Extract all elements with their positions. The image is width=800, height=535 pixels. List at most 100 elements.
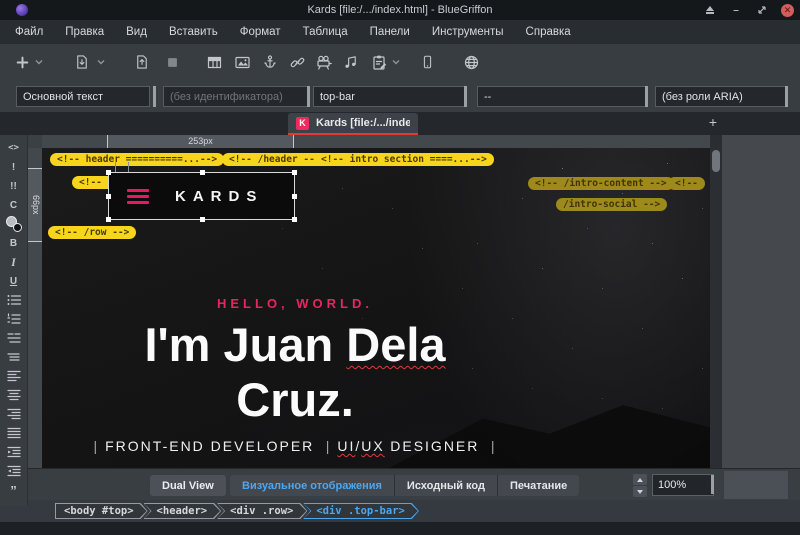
new-document-icon[interactable]: [12, 52, 32, 72]
align-right-icon[interactable]: [6, 406, 22, 422]
comment-pill-header-open[interactable]: <!-- header ==========...-->: [50, 153, 224, 166]
resize-handle-ne[interactable]: [292, 170, 297, 175]
menu-insert[interactable]: Вставить: [158, 22, 229, 42]
outdent-icon[interactable]: [6, 463, 22, 479]
aria-role-field[interactable]: [655, 86, 788, 107]
element-class-field[interactable]: [313, 86, 467, 107]
new-tab-button[interactable]: +: [704, 113, 722, 131]
align-center-icon[interactable]: [6, 387, 22, 403]
comment-pill-intro-content-close[interactable]: <!-- /intro-content -->: [528, 177, 674, 190]
code-markup-icon[interactable]: <>: [6, 140, 22, 156]
keep-above-icon[interactable]: [703, 3, 717, 17]
resize-handle-n[interactable]: [200, 170, 205, 175]
menu-format[interactable]: Формат: [229, 22, 292, 42]
window-controls: – ✕: [703, 0, 794, 20]
comment-pill-intro-social-close[interactable]: /intro-social -->: [556, 198, 667, 211]
menu-help[interactable]: Справка: [515, 22, 582, 42]
splitter-handle[interactable]: [645, 86, 648, 107]
list-compact-icon[interactable]: [6, 349, 22, 365]
save-document-icon[interactable]: [132, 52, 152, 72]
dual-view-button[interactable]: Dual View: [150, 475, 226, 496]
hamburger-menu-icon[interactable]: [127, 189, 149, 204]
cite-icon[interactable]: C: [6, 197, 22, 213]
insert-image-icon[interactable]: [232, 52, 252, 72]
element-lang-field[interactable]: [477, 86, 648, 107]
hero-greeting[interactable]: HELLO, WORLD.: [42, 296, 548, 311]
list-definition-icon[interactable]: [6, 330, 22, 346]
bluegriffon-window: Kards [file:/.../index.html] - BlueGriff…: [0, 0, 800, 535]
menu-table[interactable]: Таблица: [292, 22, 359, 42]
selected-topbar-element[interactable]: KARDS: [108, 172, 295, 220]
list-unordered-icon[interactable]: [6, 292, 22, 308]
view-tab-print[interactable]: Печатание: [498, 475, 579, 496]
splitter-handle[interactable]: [464, 86, 467, 107]
italic-icon[interactable]: I: [6, 254, 22, 270]
new-document-dropdown-icon[interactable]: [34, 52, 44, 72]
zoom-level-field[interactable]: [652, 474, 714, 496]
breadcrumb-tag-div-row[interactable]: <div .row>: [217, 503, 307, 519]
indent-icon[interactable]: [6, 444, 22, 460]
vertical-scrollbar[interactable]: [710, 148, 722, 468]
resize-handle-nw[interactable]: [106, 170, 111, 175]
view-tab-visual[interactable]: Визуальное отображения: [230, 475, 395, 496]
insert-table-icon[interactable]: [204, 52, 224, 72]
splitter-handle[interactable]: [711, 475, 714, 494]
open-document-icon[interactable]: [72, 52, 92, 72]
resize-handle-w[interactable]: [106, 194, 111, 199]
color-picker-icon[interactable]: [6, 216, 22, 232]
breadcrumb-tag-div-topbar[interactable]: <div .top-bar>: [303, 503, 419, 519]
comment-pill-header-close[interactable]: <!-- /header -->: [222, 153, 328, 166]
element-type-field[interactable]: [16, 86, 150, 107]
blockquote-icon[interactable]: ”: [6, 482, 22, 498]
wysiwyg-canvas[interactable]: <!-- header ==========...--> <!-- /heade…: [42, 148, 710, 468]
strong-emphasis-icon[interactable]: !!: [6, 178, 22, 194]
menu-panels[interactable]: Панели: [359, 22, 421, 42]
comment-pill-intro-open[interactable]: <!-- intro section ====...-->: [314, 153, 494, 166]
menu-edit[interactable]: Правка: [54, 22, 115, 42]
comment-pill-clipped-open[interactable]: <!--: [668, 177, 705, 190]
menu-view[interactable]: Вид: [115, 22, 158, 42]
underline-icon[interactable]: U: [6, 273, 22, 289]
comment-pill-row-close[interactable]: <!-- /row -->: [48, 226, 136, 239]
hero-section[interactable]: HELLO, WORLD. I'm Juan Dela Cruz. |FRONT…: [42, 296, 548, 456]
minimize-icon[interactable]: –: [729, 3, 743, 17]
align-left-icon[interactable]: [6, 368, 22, 384]
bluegriffon-logo-icon: [16, 4, 28, 16]
insert-video-icon[interactable]: [314, 52, 334, 72]
hero-heading[interactable]: I'm Juan Dela Cruz.: [42, 317, 548, 427]
resize-handle-sw[interactable]: [106, 217, 111, 222]
menu-file[interactable]: Файл: [4, 22, 54, 42]
insert-audio-icon[interactable]: [341, 52, 361, 72]
resize-handle-se[interactable]: [292, 217, 297, 222]
insert-anchor-icon[interactable]: [260, 52, 280, 72]
breadcrumb-tag-header[interactable]: <header>: [144, 503, 222, 519]
site-logo-text[interactable]: KARDS: [175, 188, 263, 205]
emphasis-icon[interactable]: !: [6, 159, 22, 175]
stop-loading-icon[interactable]: [162, 52, 182, 72]
zoom-increase-button[interactable]: [633, 474, 647, 485]
splitter-handle[interactable]: [307, 86, 310, 107]
element-id-field[interactable]: [163, 86, 310, 107]
browser-preview-icon[interactable]: [461, 52, 481, 72]
zoom-decrease-button[interactable]: [633, 486, 647, 497]
mobile-view-icon[interactable]: [417, 52, 437, 72]
hero-tagline[interactable]: |FRONT-END DEVELOPER |UI/UX DESIGNER |: [42, 438, 548, 456]
restore-icon[interactable]: [755, 3, 769, 17]
view-tab-source[interactable]: Исходный код: [395, 475, 498, 496]
list-ordered-icon[interactable]: [6, 311, 22, 327]
insert-link-icon[interactable]: [287, 52, 307, 72]
close-icon[interactable]: ✕: [781, 4, 794, 17]
scrollbar-thumb[interactable]: [712, 150, 720, 172]
bold-icon[interactable]: B: [6, 235, 22, 251]
document-tab[interactable]: K Kards [file:/.../index....: [288, 113, 418, 133]
open-document-dropdown-icon[interactable]: [96, 52, 106, 72]
splitter-handle[interactable]: [153, 86, 156, 107]
insert-form-icon[interactable]: [369, 52, 389, 72]
align-justify-icon[interactable]: [6, 425, 22, 441]
splitter-handle[interactable]: [785, 86, 788, 107]
menu-tools[interactable]: Инструменты: [421, 22, 515, 42]
resize-handle-e[interactable]: [292, 194, 297, 199]
resize-handle-s[interactable]: [200, 217, 205, 222]
breadcrumb-tag-body[interactable]: <body #top>: [55, 503, 148, 519]
insert-form-dropdown-icon[interactable]: [391, 52, 401, 72]
